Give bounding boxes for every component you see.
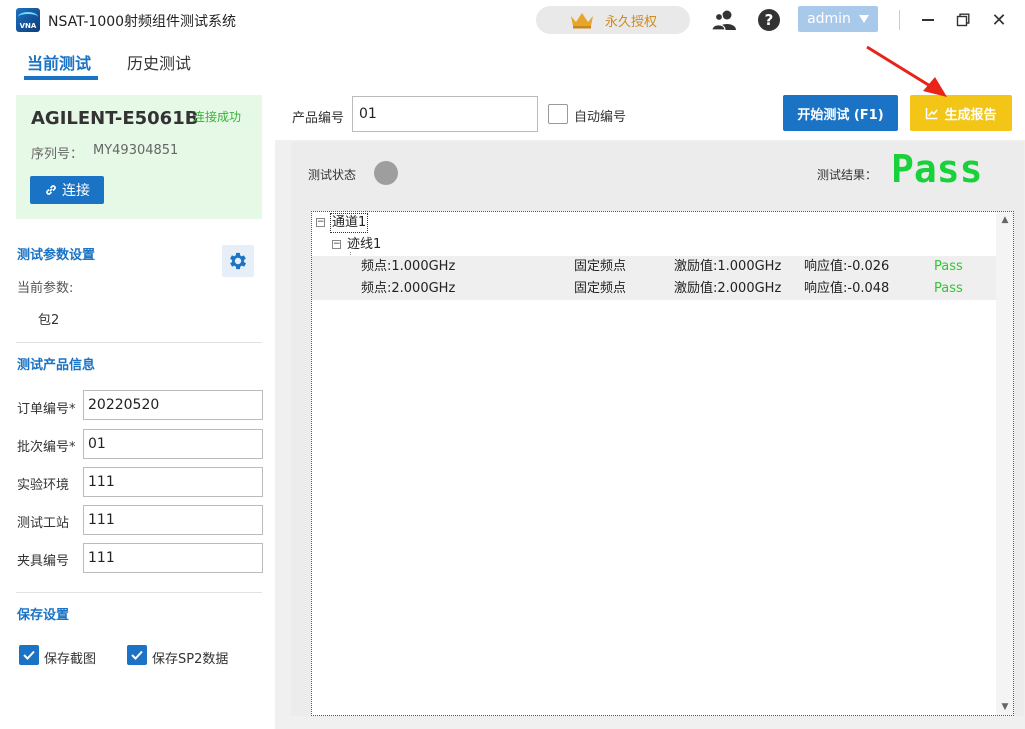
stim-cell: 激励值:1.000GHz [674,259,782,274]
tab-current-test[interactable]: 当前测试 [27,50,91,74]
current-param-value: 包2 [38,313,60,328]
auto-number-checkbox[interactable] [548,104,568,124]
tree-node-trace[interactable]: − 迹线1 [312,234,996,256]
title-bar: VNA NSAT-1000射频组件测试系统 永久授权 ? admin ✕ [0,0,1025,40]
order-number-input[interactable] [83,390,263,420]
app-title: NSAT-1000射频组件测试系统 [48,14,237,30]
params-settings-button[interactable] [222,245,254,277]
check-icon [23,650,35,660]
license-badge[interactable]: 永久授权 [536,6,690,34]
minimize-icon[interactable] [916,8,940,32]
chart-icon [926,108,939,120]
save-settings-title: 保存设置 [17,608,70,623]
product-number-label: 产品编号 [292,111,345,126]
result-cell: Pass [934,259,963,274]
product-number-input[interactable] [352,96,538,132]
resp-cell: 响应值:-0.026 [804,259,890,274]
left-panel: AGILENT-E5061B 连接成功 序列号： MY49304851 连接 测… [0,80,275,729]
connection-status: 连接成功 [193,110,242,124]
app-logo: VNA [16,8,40,32]
crown-icon [570,13,593,29]
gear-icon [230,252,246,270]
fixture-input[interactable] [83,543,263,573]
divider [16,342,262,343]
user-group-icon[interactable] [712,9,736,31]
collapse-icon[interactable]: − [332,240,341,249]
fixture-label: 夹具编号 [17,554,70,569]
test-status-label: 测试状态 [308,168,357,182]
station-input[interactable] [83,505,263,535]
table-row[interactable]: 频点:2.000GHz 固定频点 激励值:2.000GHz 响应值:-0.048… [312,278,996,300]
station-label: 测试工站 [17,516,70,531]
device-name: AGILENT-E5061B [31,108,199,129]
type-cell: 固定频点 [574,259,627,274]
current-param-label: 当前参数: [17,281,74,296]
freq-cell: 频点:2.000GHz [361,281,456,296]
save-sp2-checkbox[interactable] [127,645,147,665]
serial-label: 序列号： [31,147,84,162]
channel-label: 通道1 [330,213,369,233]
help-icon[interactable]: ? [758,9,780,31]
collapse-icon[interactable]: − [316,218,325,227]
check-icon [131,650,143,660]
product-info-title: 测试产品信息 [17,358,96,373]
main-area: 产品编号 自动编号 开始测试 (F1) 生成报告 测试状态 测试结果： Pass… [275,45,1025,729]
divider [16,592,262,593]
scroll-up-icon[interactable]: ▲ [998,213,1012,227]
tab-history-test[interactable]: 历史测试 [127,50,191,74]
tree-node-channel[interactable]: − 通道1 [312,212,996,234]
save-screenshot-label: 保存截图 [44,652,97,667]
connect-button[interactable]: 连接 [30,176,104,204]
user-name: admin [807,11,851,27]
environment-label: 实验环境 [17,478,70,493]
restore-icon[interactable] [951,8,975,32]
table-row[interactable]: 频点:1.000GHz 固定频点 激励值:1.000GHz 响应值:-0.026… [312,256,996,278]
freq-cell: 频点:1.000GHz [361,259,456,274]
batch-number-label: 批次编号* [17,440,76,455]
license-label: 永久授权 [604,14,657,30]
report-label: 生成报告 [944,107,997,123]
environment-input[interactable] [83,467,263,497]
result-cell: Pass [934,281,963,296]
result-tree[interactable]: ▲ ▼ − 通道1 − 迹线1 频点:1.000GHz 固定频点 激励值:1.0… [311,211,1014,716]
status-indicator [374,161,398,185]
test-result-value: Pass [891,147,983,191]
order-number-label: 订单编号* [17,402,76,417]
serial-value: MY49304851 [93,143,179,158]
scroll-down-icon[interactable]: ▼ [998,700,1012,714]
save-screenshot-checkbox[interactable] [19,645,39,665]
red-arrow-icon [866,45,947,97]
params-title: 测试参数设置 [17,248,96,263]
resp-cell: 响应值:-0.048 [804,281,890,296]
device-card: AGILENT-E5061B 连接成功 序列号： MY49304851 连接 [16,95,262,219]
connect-label: 连接 [62,183,90,199]
type-cell: 固定频点 [574,281,627,296]
batch-number-input[interactable] [83,429,263,459]
user-menu[interactable]: admin [798,6,878,32]
save-sp2-label: 保存SP2数据 [152,652,229,667]
window-separator [899,10,900,30]
auto-number-label: 自动编号 [574,110,627,125]
close-icon[interactable]: ✕ [987,8,1011,32]
caret-down-icon [858,15,869,23]
tree-scrollbar[interactable]: ▲ ▼ [996,212,1013,715]
link-icon [46,185,56,195]
test-result-label: 测试结果： [817,168,878,182]
stim-cell: 激励值:2.000GHz [674,281,782,296]
